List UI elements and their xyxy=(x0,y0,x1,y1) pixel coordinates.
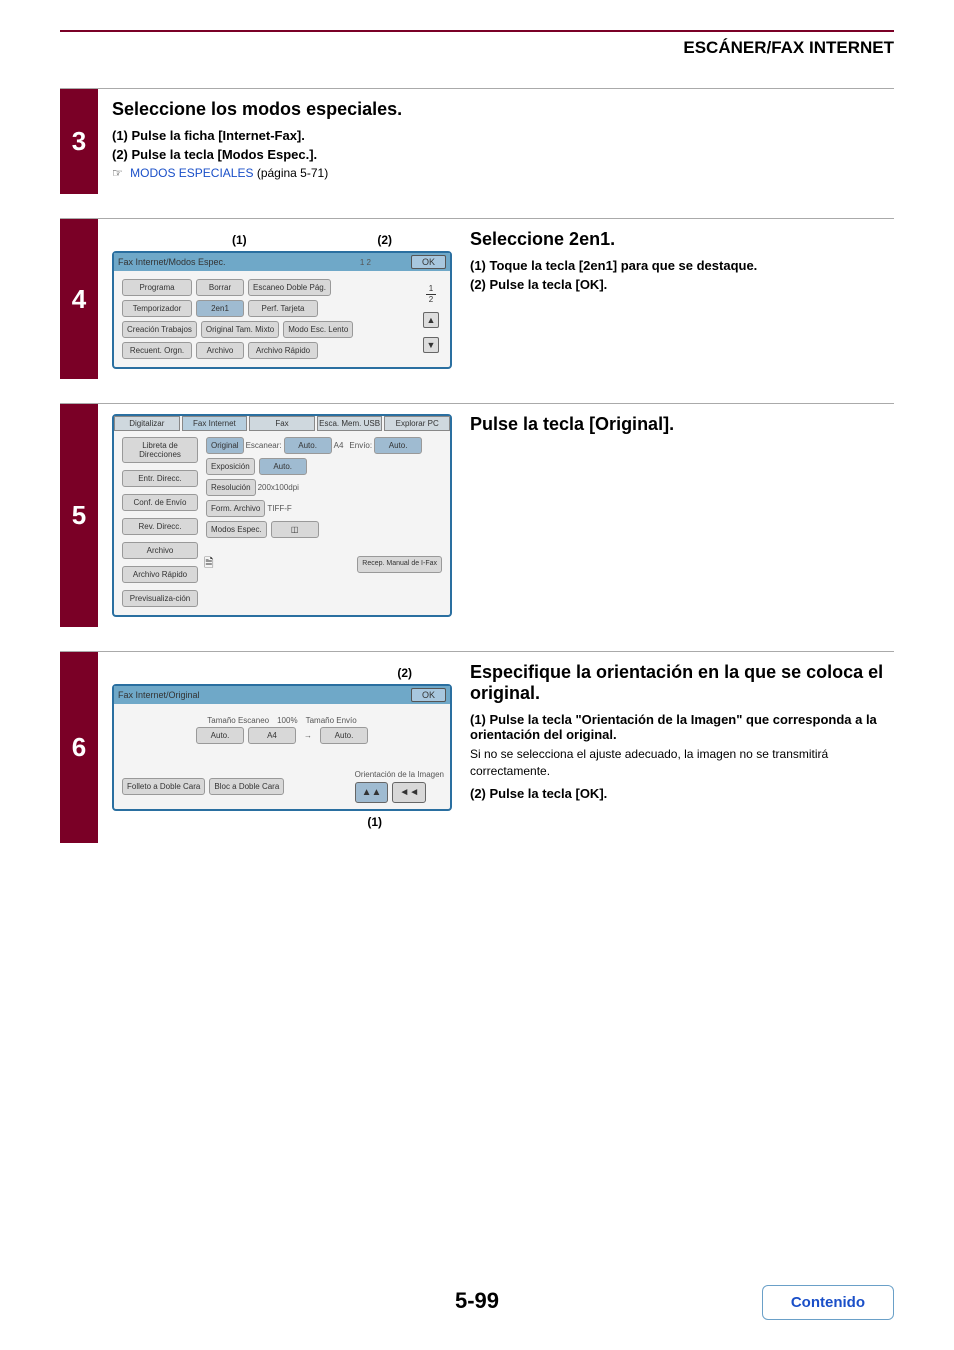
tab-esca-usb[interactable]: Esca. Mem. USB xyxy=(317,416,383,431)
step5-heading: Pulse la tecla [Original]. xyxy=(470,414,894,435)
btn-perf-tarjeta[interactable]: Perf. Tarjeta xyxy=(248,300,318,317)
btn-creacion-trabajos[interactable]: Creación Trabajos xyxy=(122,321,197,338)
btn-escaneo-doble[interactable]: Escaneo Doble Pág. xyxy=(248,279,331,296)
step3-sub1: (1) Pulse la ficha [Internet-Fax]. xyxy=(112,128,894,143)
lbl-tam-envio: Tamaño Envío xyxy=(306,716,357,725)
page-header: ESCÁNER/FAX INTERNET xyxy=(60,38,894,58)
step-number-6: 6 xyxy=(60,652,98,843)
btn-orient-landscape[interactable]: ◄◄ xyxy=(392,782,426,803)
btn-original-tam-mixto[interactable]: Original Tam. Mixto xyxy=(201,321,279,338)
btn-exposicion[interactable]: Exposición xyxy=(206,458,255,475)
val-auto1: Auto. xyxy=(284,437,332,454)
icon-12: 1 2 xyxy=(360,258,371,267)
btn-resolucion[interactable]: Resolución xyxy=(206,479,256,496)
ok-button-6[interactable]: OK xyxy=(411,688,446,702)
btn-programa[interactable]: Programa xyxy=(122,279,192,296)
step4-sub2: (2) Pulse la tecla [OK]. xyxy=(470,277,894,292)
modos-espec-icon: ◫ xyxy=(271,521,319,538)
tab-explorar-pc[interactable]: Explorar PC xyxy=(384,416,450,431)
step6-body1: Si no se selecciona el ajuste adecuado, … xyxy=(470,746,894,780)
btn-orient-portrait[interactable]: ▲▲ xyxy=(355,782,389,803)
step6-sub2: (2) Pulse la tecla [OK]. xyxy=(470,786,894,801)
step-6: 6 (2) Fax Internet/Original OK Tamaño Es… xyxy=(60,651,894,843)
annot-6-1: (1) xyxy=(112,815,452,829)
btn-conf-envio[interactable]: Conf. de Envío xyxy=(122,494,198,511)
btn-libreta[interactable]: Libreta de Direcciones xyxy=(122,437,198,463)
btn-borrar[interactable]: Borrar xyxy=(196,279,244,296)
panel6-title: Fax Internet/Original xyxy=(118,690,200,700)
val-a4: A4 xyxy=(334,441,344,450)
tab-fax[interactable]: Fax xyxy=(249,416,315,431)
panel-original: Fax Internet/Original OK Tamaño Escaneo … xyxy=(112,684,452,811)
link-trail: (página 5-71) xyxy=(253,166,328,180)
panel4-title: Fax Internet/Modos Espec. xyxy=(118,257,226,267)
val-form-archivo: TIFF-F xyxy=(267,504,291,513)
pointer-icon: ☞ xyxy=(112,166,123,180)
btn-a4[interactable]: A4 xyxy=(248,727,296,744)
lbl-envio: Envío: xyxy=(349,441,372,450)
btn-auto2[interactable]: Auto. xyxy=(320,727,368,744)
lbl-tam-escaneo: Tamaño Escaneo xyxy=(207,716,269,725)
btn-recep-manual[interactable]: Recep. Manual de I-Fax xyxy=(357,556,442,573)
step-4: 4 (1) (2) Fax Internet/Modos Espec. 1 2 … xyxy=(60,218,894,379)
btn-temporizador[interactable]: Temporizador xyxy=(122,300,192,317)
btn-form-archivo[interactable]: Form. Archivo xyxy=(206,500,265,517)
btn-original[interactable]: Original xyxy=(206,437,244,454)
btn-2en1[interactable]: 2en1 xyxy=(196,300,244,317)
btn-archivo-rapido[interactable]: Archivo Rápido xyxy=(248,342,318,359)
step6-sub1: (1) Pulse la tecla "Orientación de la Im… xyxy=(470,712,894,742)
lbl-orientacion: Orientación de la Imagen xyxy=(355,770,444,779)
btn-modo-esc-lento[interactable]: Modo Esc. Lento xyxy=(283,321,353,338)
btn-archivo-rapido-side[interactable]: Archivo Rápido xyxy=(122,566,198,583)
lbl-pct: 100% xyxy=(277,716,297,725)
btn-archivo[interactable]: Archivo xyxy=(196,342,244,359)
panel-modos-espec: Fax Internet/Modos Espec. 1 2 OK Program… xyxy=(112,251,452,369)
btn-entr-direcc[interactable]: Entr. Direcc. xyxy=(122,470,198,487)
step-number-3: 3 xyxy=(60,89,98,194)
btn-recuent-orgn[interactable]: Recuent. Orgn. xyxy=(122,342,192,359)
lbl-escanear: Escanear: xyxy=(246,441,282,450)
btn-archivo-side[interactable]: Archivo xyxy=(122,542,198,559)
annot-4-2: (2) xyxy=(377,233,392,247)
arrow-down-icon[interactable]: ▼ xyxy=(423,337,439,353)
tab-fax-internet[interactable]: Fax Internet xyxy=(182,416,248,431)
panel-scanner-main: Digitalizar Fax Internet Fax Esca. Mem. … xyxy=(112,414,452,617)
step6-heading: Especifique la orientación en la que se … xyxy=(470,662,894,704)
arrow-up-icon[interactable]: ▲ xyxy=(423,312,439,328)
btn-bloc-doble-cara[interactable]: Bloc a Doble Cara xyxy=(209,778,284,795)
val-auto2: Auto. xyxy=(374,437,422,454)
val-auto3: Auto. xyxy=(259,458,307,475)
step3-sub2: (2) Pulse la tecla [Modos Espec.]. xyxy=(112,147,894,162)
page-fraction: 12 xyxy=(426,285,436,304)
step4-heading: Seleccione 2en1. xyxy=(470,229,894,250)
step-number-4: 4 xyxy=(60,219,98,379)
step3-link[interactable]: ☞ MODOS ESPECIALES (página 5-71) xyxy=(112,166,894,180)
arrow-icon: → xyxy=(298,731,318,740)
btn-previsualizacion[interactable]: Previsualiza-ción xyxy=(122,590,198,607)
step4-sub1: (1) Toque la tecla [2en1] para que se de… xyxy=(470,258,894,273)
btn-rev-direcc[interactable]: Rev. Direcc. xyxy=(122,518,198,535)
contenido-button[interactable]: Contenido xyxy=(762,1285,894,1320)
annot-4-1: (1) xyxy=(232,233,247,247)
link-text: MODOS ESPECIALES xyxy=(130,166,253,180)
btn-modos-espec[interactable]: Modos Espec. xyxy=(206,521,267,538)
step-number-5: 5 xyxy=(60,404,98,627)
step-3: 3 Seleccione los modos especiales. (1) P… xyxy=(60,88,894,194)
annot-6-2: (2) xyxy=(112,666,452,680)
step3-heading: Seleccione los modos especiales. xyxy=(112,99,894,120)
val-resolucion: 200x100dpi xyxy=(258,483,299,492)
btn-auto[interactable]: Auto. xyxy=(196,727,244,744)
preview-icon[interactable]: 🗎 xyxy=(204,554,214,575)
btn-folleto-doble-cara[interactable]: Folleto a Doble Cara xyxy=(122,778,205,795)
tab-digitalizar[interactable]: Digitalizar xyxy=(114,416,180,431)
ok-button[interactable]: OK xyxy=(411,255,446,269)
step-5: 5 Digitalizar Fax Internet Fax Esca. Mem… xyxy=(60,403,894,627)
